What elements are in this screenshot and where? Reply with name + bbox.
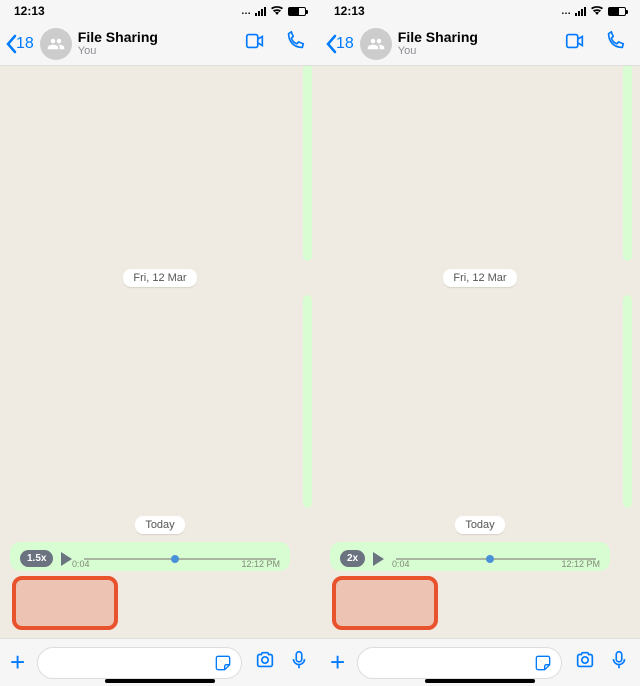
message-input[interactable] xyxy=(37,647,242,679)
group-avatar[interactable] xyxy=(360,28,392,60)
voice-message[interactable]: 1.5x 0:04 12:12 PM xyxy=(10,542,290,571)
chat-subtitle: You xyxy=(398,45,552,57)
chat-title-block[interactable]: File Sharing You xyxy=(398,30,552,57)
status-bar: 12:13 … xyxy=(320,0,640,22)
camera-button[interactable] xyxy=(574,649,596,676)
battery-icon xyxy=(288,7,306,16)
unread-count: 18 xyxy=(336,35,354,53)
audio-timestamp: 12:12 PM xyxy=(241,559,280,569)
mic-button[interactable] xyxy=(288,649,310,676)
voice-message[interactable]: 2x 0:04 12:12 PM xyxy=(330,542,610,571)
clock: 12:13 xyxy=(14,4,45,18)
chat-title: File Sharing xyxy=(78,30,232,45)
message-input[interactable] xyxy=(357,647,562,679)
chat-title-block[interactable]: File Sharing You xyxy=(78,30,232,57)
sticker-button[interactable] xyxy=(533,653,553,678)
attach-button[interactable]: + xyxy=(10,647,25,678)
play-icon[interactable] xyxy=(373,552,384,566)
date-separator: Fri, 12 Mar xyxy=(123,269,196,287)
voice-call-button[interactable] xyxy=(598,30,632,57)
home-indicator[interactable] xyxy=(105,679,215,683)
group-icon xyxy=(367,35,385,53)
video-call-button[interactable] xyxy=(238,30,272,57)
chat-title: File Sharing xyxy=(398,30,552,45)
group-avatar[interactable] xyxy=(40,28,72,60)
video-call-button[interactable] xyxy=(558,30,592,57)
media-album[interactable]: 12:56 PM✓ 12:56 PM✓ 12:56 PM✓ 12:56 PM✓ xyxy=(623,66,632,261)
cellular-icon xyxy=(575,7,586,16)
date-separator: Today xyxy=(135,516,184,534)
home-indicator[interactable] xyxy=(425,679,535,683)
play-icon[interactable] xyxy=(61,552,72,566)
unread-count: 18 xyxy=(16,35,34,53)
mic-button[interactable] xyxy=(608,649,630,676)
camera-button[interactable] xyxy=(254,649,276,676)
cellular-icon xyxy=(255,7,266,16)
battery-icon xyxy=(608,7,626,16)
status-bar: 12:13 … xyxy=(0,0,320,22)
back-button[interactable]: 18 xyxy=(4,34,34,54)
media-album[interactable]: 2:50 PM✓ 2:50 PM✓ 2:50 PM✓ +5 xyxy=(303,295,312,508)
wifi-icon xyxy=(590,6,604,16)
phone-left: 12:13 … 18 File Sharing You xyxy=(0,0,320,686)
back-button[interactable]: 18 xyxy=(324,34,354,54)
messages-area[interactable]: 12:56 PM✓ 12:56 PM✓ 12:56 PM✓ 12:56 PM✓ … xyxy=(0,66,320,638)
voice-call-button[interactable] xyxy=(278,30,312,57)
media-album[interactable]: 2:50 PM✓ 2:50 PM✓ 2:50 PM✓ +5 xyxy=(623,295,632,508)
clock: 12:13 xyxy=(334,4,365,18)
media-album[interactable]: 12:56 PM✓ 12:56 PM✓ 12:56 PM✓ 12:56 PM✓ xyxy=(303,66,312,261)
wifi-icon xyxy=(270,6,284,16)
date-separator: Today xyxy=(455,516,504,534)
audio-duration: 0:04 xyxy=(392,559,410,569)
chat-header: 18 File Sharing You xyxy=(320,22,640,66)
phone-right: 12:13 … 18 File Sharing You xyxy=(320,0,640,686)
playback-speed-button[interactable]: 1.5x xyxy=(20,550,53,567)
audio-duration: 0:04 xyxy=(72,559,90,569)
status-indicators: … xyxy=(241,6,306,17)
group-icon xyxy=(47,35,65,53)
date-separator: Fri, 12 Mar xyxy=(443,269,516,287)
attach-button[interactable]: + xyxy=(330,647,345,678)
status-indicators: … xyxy=(561,6,626,17)
audio-timestamp: 12:12 PM xyxy=(561,559,600,569)
playback-speed-button[interactable]: 2x xyxy=(340,550,365,567)
messages-area[interactable]: 12:56 PM✓ 12:56 PM✓ 12:56 PM✓ 12:56 PM✓ … xyxy=(320,66,640,638)
chat-subtitle: You xyxy=(78,45,232,57)
sticker-button[interactable] xyxy=(213,653,233,678)
chat-header: 18 File Sharing You xyxy=(0,22,320,66)
